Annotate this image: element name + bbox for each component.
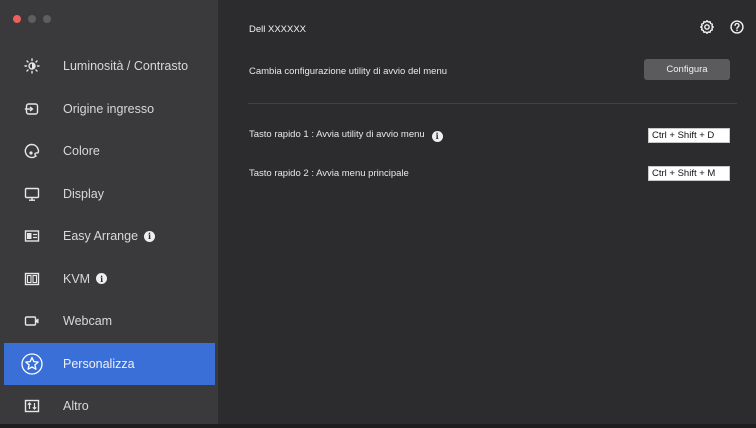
easy-arrange-icon bbox=[21, 225, 43, 247]
sidebar-item-personalize[interactable]: Personalizza bbox=[4, 342, 215, 385]
sidebar-item-label: Easy Arrange bbox=[63, 229, 139, 244]
zoom-window-button[interactable] bbox=[43, 15, 51, 23]
help-icon[interactable] bbox=[730, 20, 744, 39]
webcam-icon bbox=[21, 310, 43, 332]
sidebar-item-label: Webcam bbox=[63, 314, 113, 329]
info-icon[interactable]: i bbox=[96, 273, 108, 285]
kvm-icon bbox=[21, 268, 43, 290]
sidebar-item-easy-arrange[interactable]: Easy Arrange i bbox=[0, 215, 218, 258]
info-icon[interactable]: i bbox=[431, 130, 443, 142]
sidebar-item-label: Altro bbox=[63, 399, 89, 414]
hotkey2-field[interactable]: Ctrl + Shift + M bbox=[648, 166, 730, 181]
sidebar-item-webcam[interactable]: Webcam bbox=[0, 300, 218, 343]
app-window: Luminosità / Contrasto Origine ingresso … bbox=[0, 0, 756, 424]
info-icon[interactable]: i bbox=[144, 230, 156, 242]
other-icon bbox=[21, 395, 43, 417]
color-icon bbox=[21, 140, 43, 162]
top-toolbar bbox=[700, 20, 744, 39]
star-icon bbox=[21, 353, 43, 375]
hotkey2-label: Tasto rapido 2 : Avvia menu principale bbox=[249, 168, 409, 179]
page-title: Dell XXXXXX bbox=[249, 24, 307, 35]
sidebar-item-label: Personalizza bbox=[63, 356, 135, 371]
minimize-window-button[interactable] bbox=[28, 15, 36, 23]
sidebar-item-brightness-contrast[interactable]: Luminosità / Contrasto bbox=[0, 45, 218, 88]
sidebar-item-label: Origine ingresso bbox=[63, 101, 155, 116]
sidebar-item-label: Display bbox=[63, 186, 104, 201]
sidebar-item-other[interactable]: Altro bbox=[0, 385, 218, 428]
divider bbox=[248, 103, 737, 104]
hotkey1-field[interactable]: Ctrl + Shift + D bbox=[648, 128, 730, 143]
hotkey1-label: Tasto rapido 1 : Avvia utility di avvio … bbox=[249, 129, 425, 140]
sidebar-nav: Luminosità / Contrasto Origine ingresso … bbox=[0, 45, 218, 428]
sidebar-item-color[interactable]: Colore bbox=[0, 130, 218, 173]
display-icon bbox=[21, 183, 43, 205]
configure-label: Cambia configurazione utility di avvio d… bbox=[249, 66, 448, 77]
close-window-button[interactable] bbox=[13, 15, 21, 23]
sidebar-item-kvm[interactable]: KVM i bbox=[0, 258, 218, 301]
hotkey1-row: Tasto rapido 1 : Avvia utility di avvio … bbox=[249, 129, 443, 142]
sidebar-item-input-source[interactable]: Origine ingresso bbox=[0, 88, 218, 131]
sidebar-item-display[interactable]: Display bbox=[0, 173, 218, 216]
input-source-icon bbox=[21, 98, 43, 120]
configure-button[interactable]: Configura bbox=[644, 59, 730, 80]
sidebar-item-label: KVM bbox=[63, 271, 91, 286]
main-panel: Dell XXXXXX Cambia configurazione utilit… bbox=[218, 0, 756, 424]
sidebar-item-label: Colore bbox=[63, 144, 100, 159]
brightness-icon bbox=[21, 55, 43, 77]
gear-icon[interactable] bbox=[700, 20, 714, 39]
sidebar-item-label: Luminosità / Contrasto bbox=[63, 59, 189, 74]
window-controls bbox=[13, 15, 51, 23]
sidebar: Luminosità / Contrasto Origine ingresso … bbox=[0, 0, 218, 424]
